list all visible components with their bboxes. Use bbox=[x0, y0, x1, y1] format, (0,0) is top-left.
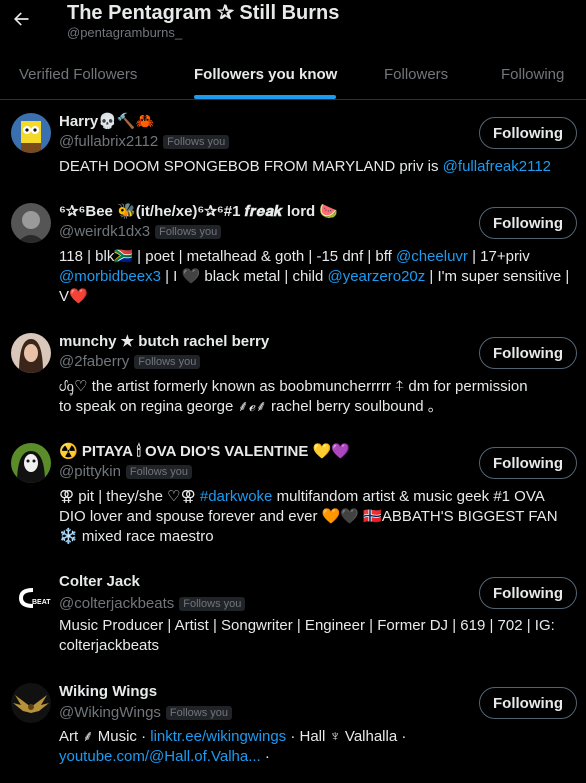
user-handle-line: @fullabrix2112 Follows you bbox=[59, 133, 230, 150]
bio-text: colterjackbeats bbox=[59, 637, 160, 654]
followers-tabs: Verified Followers Followers you know Fo… bbox=[0, 50, 586, 100]
avatar[interactable] bbox=[11, 683, 51, 723]
user-handle[interactable]: @pittykin bbox=[59, 463, 121, 480]
bio-text: · Hall ♆ Valhalla · bbox=[286, 728, 407, 745]
user-cell[interactable]: munchy ★ butch rachel berry @2faberry Fo… bbox=[0, 320, 586, 430]
arrow-left-icon bbox=[14, 12, 29, 26]
user-cell[interactable]: ☢️ PITAYA 🕯 OVA DIO'S VALENTINE 💛💜 @pitt… bbox=[0, 430, 586, 565]
user-handle[interactable]: @WikingWings bbox=[59, 704, 161, 721]
follows-you-badge: Follows you bbox=[163, 134, 230, 149]
user-name[interactable]: ☢️ PITAYA 🕯 OVA DIO'S VALENTINE 💛💜 bbox=[59, 442, 350, 460]
bio-line: colterjackbeats bbox=[59, 636, 573, 656]
bio-link[interactable]: youtube.com/@Hall.of.Valha... bbox=[59, 748, 261, 765]
user-cell[interactable]: Wiking Wings @WikingWings Follows you Fo… bbox=[0, 675, 586, 783]
user-handle-line: @WikingWings Follows you bbox=[59, 704, 232, 721]
bio-text: ⚢ pit | they/she ♡⚢ bbox=[59, 488, 200, 505]
user-handle-line: @weirdk1dx3 Follows you bbox=[59, 223, 222, 240]
user-name[interactable]: Wiking Wings bbox=[59, 683, 157, 700]
svg-text:BEATS: BEATS bbox=[32, 599, 51, 606]
bio-text: DIO lover and spouse forever and ever 🧡🖤… bbox=[59, 508, 558, 525]
avatar[interactable] bbox=[11, 443, 51, 483]
bio-text: V❤️ bbox=[59, 288, 88, 305]
bio-text: | 17+priv bbox=[467, 248, 530, 265]
bio-link[interactable]: @fullafreak2112 bbox=[443, 158, 551, 175]
tab-verified-followers[interactable]: Verified Followers bbox=[19, 50, 137, 99]
user-handle[interactable]: @colterjackbeats bbox=[59, 595, 174, 612]
tab-followers[interactable]: Followers bbox=[384, 50, 448, 99]
user-handle-line: @2faberry Follows you bbox=[59, 353, 201, 370]
user-name[interactable]: Colter Jack bbox=[59, 573, 140, 590]
bio-line: to speak on regina george ⸙ℯ⸙ rachel ber… bbox=[59, 397, 573, 417]
user-bio: 118 | blk🇿🇦 | poet | metalhead & goth | … bbox=[59, 247, 573, 307]
bio-link[interactable]: @morbidbeex3 bbox=[59, 268, 161, 285]
bio-line: @morbidbeex3 | I 🖤 black metal | child @… bbox=[59, 267, 573, 287]
active-tab-indicator bbox=[194, 95, 336, 99]
bio-text: | I 🖤 black metal | child bbox=[160, 268, 328, 285]
bio-line: V❤️ bbox=[59, 287, 573, 307]
bio-link[interactable]: #darkwoke bbox=[200, 488, 273, 505]
bio-line: Music Producer | Artist | Songwriter | E… bbox=[59, 616, 573, 636]
avatar[interactable] bbox=[11, 113, 51, 153]
bio-text: · bbox=[260, 748, 270, 765]
profile-header: The Pentagram ✰ Still Burns @pentagrambu… bbox=[0, 0, 586, 50]
following-button[interactable]: Following bbox=[479, 447, 577, 479]
bio-link[interactable]: @yearzero20z bbox=[327, 268, 425, 285]
bio-line: ❄️ mixed race maestro bbox=[59, 527, 573, 547]
follows-you-badge: Follows you bbox=[134, 354, 201, 369]
bio-text: Art ⸙ Music · bbox=[59, 728, 151, 745]
bio-text: ᦔᧁ♡ the artist formerly known as boobmun… bbox=[59, 378, 528, 395]
back-button[interactable] bbox=[10, 6, 32, 32]
tab-followers-you-know[interactable]: Followers you know bbox=[194, 50, 337, 99]
bio-line: DIO lover and spouse forever and ever 🧡🖤… bbox=[59, 507, 573, 527]
user-bio: DEATH DOOM SPONGEBOB FROM MARYLAND priv … bbox=[59, 157, 573, 177]
bio-text: 118 | blk🇿🇦 | poet | metalhead & goth | … bbox=[59, 248, 396, 265]
bio-text: Music Producer | Artist | Songwriter | E… bbox=[59, 617, 555, 634]
user-handle-line: @colterjackbeats Follows you bbox=[59, 595, 246, 612]
user-handle[interactable]: @weirdk1dx3 bbox=[59, 223, 150, 240]
bio-text: to speak on regina george ⸙ℯ⸙ rachel ber… bbox=[59, 398, 436, 415]
follows-you-badge: Follows you bbox=[125, 464, 192, 479]
user-handle[interactable]: @2faberry bbox=[59, 353, 129, 370]
avatar[interactable] bbox=[11, 203, 51, 243]
avatar[interactable]: BEATS bbox=[11, 578, 51, 618]
user-name[interactable]: munchy ★ butch rachel berry bbox=[59, 332, 269, 350]
user-name[interactable]: Harry💀🔨🦀 bbox=[59, 112, 154, 130]
following-button[interactable]: Following bbox=[479, 577, 577, 609]
tab-following[interactable]: Following bbox=[501, 50, 564, 99]
follows-you-badge: Follows you bbox=[155, 224, 222, 239]
bio-text: ❄️ mixed race maestro bbox=[59, 528, 214, 545]
following-button[interactable]: Following bbox=[479, 687, 577, 719]
bio-line: youtube.com/@Hall.of.Valha... · bbox=[59, 747, 573, 767]
bio-line: DEATH DOOM SPONGEBOB FROM MARYLAND priv … bbox=[59, 157, 573, 177]
user-bio: Music Producer | Artist | Songwriter | E… bbox=[59, 616, 573, 656]
following-button[interactable]: Following bbox=[479, 207, 577, 239]
bio-text: | I'm super sensitive | bbox=[425, 268, 570, 285]
user-bio: Art ⸙ Music · linktr.ee/wikingwings · Ha… bbox=[59, 727, 573, 767]
bio-line: ᦔᧁ♡ the artist formerly known as boobmun… bbox=[59, 377, 573, 397]
bio-text: DEATH DOOM SPONGEBOB FROM MARYLAND priv … bbox=[59, 158, 443, 175]
user-handle-line: @pittykin Follows you bbox=[59, 463, 192, 480]
bio-line: Art ⸙ Music · linktr.ee/wikingwings · Ha… bbox=[59, 727, 573, 747]
user-cell[interactable]: BEATS Colter Jack @colterjackbeats Follo… bbox=[0, 565, 586, 675]
user-cell[interactable]: ⁶✰⁶Bee 🐝(it/he/xe)⁶✰⁶#1 𝒇𝒓𝒆𝒂𝒌 lord 🍉 @we… bbox=[0, 190, 586, 320]
bio-line: 118 | blk🇿🇦 | poet | metalhead & goth | … bbox=[59, 247, 573, 267]
bio-link[interactable]: @cheeluvr bbox=[396, 248, 468, 265]
avatar[interactable] bbox=[11, 333, 51, 373]
follows-you-badge: Follows you bbox=[179, 596, 246, 611]
follows-you-badge: Follows you bbox=[165, 705, 232, 720]
following-button[interactable]: Following bbox=[479, 337, 577, 369]
bio-link[interactable]: linktr.ee/wikingwings bbox=[150, 728, 286, 745]
bio-line: ⚢ pit | they/she ♡⚢ #darkwoke multifando… bbox=[59, 487, 573, 507]
user-handle[interactable]: @fullabrix2112 bbox=[59, 133, 158, 150]
page-title: The Pentagram ✰ Still Burns bbox=[67, 2, 340, 24]
user-bio: ⚢ pit | they/she ♡⚢ #darkwoke multifando… bbox=[59, 487, 573, 547]
user-bio: ᦔᧁ♡ the artist formerly known as boobmun… bbox=[59, 377, 573, 417]
user-cell[interactable]: Harry💀🔨🦀 @fullabrix2112 Follows you Foll… bbox=[0, 100, 586, 190]
following-button[interactable]: Following bbox=[479, 117, 577, 149]
bio-text: multifandom artist & music geek #1 OVA bbox=[272, 488, 545, 505]
user-name[interactable]: ⁶✰⁶Bee 🐝(it/he/xe)⁶✰⁶#1 𝒇𝒓𝒆𝒂𝒌 lord 🍉 bbox=[59, 202, 338, 220]
profile-handle: @pentagramburns_ bbox=[67, 25, 183, 40]
